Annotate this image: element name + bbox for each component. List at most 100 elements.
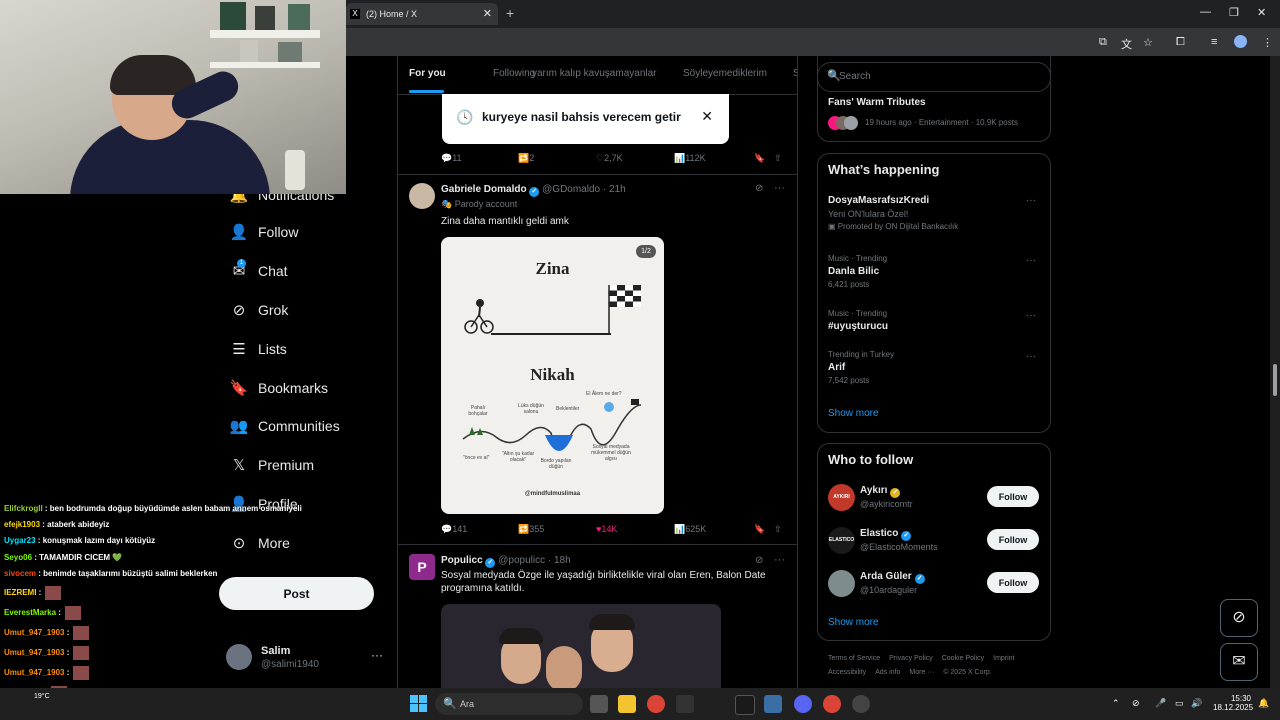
post-author[interactable]: Gabriele Domaldo ✓ @GDomaldo · 21h [441,184,626,197]
repost-button[interactable]: 🔁 355 [518,524,544,535]
translate-icon[interactable]: 文 [1121,36,1132,52]
file-explorer-icon[interactable] [618,695,636,713]
more-icon[interactable]: ··· [1026,351,1036,362]
follow-suggestion-name[interactable]: Elastico ✓ [860,528,912,541]
task-view-icon[interactable] [590,695,608,713]
repost-button[interactable]: 🔁 2 [518,153,534,164]
nav-premium[interactable]: 𝕏 Premium [228,450,314,480]
start-icon[interactable] [410,695,427,712]
chat-message: EverestMarka : [4,606,81,620]
trending-story-title[interactable]: Fans' Warm Tributes [828,97,926,108]
minimize-icon[interactable]: — [1200,6,1211,18]
nav-grok[interactable]: ⊘ Grok [228,295,289,325]
tab-list-1[interactable]: yarım kalıp kavuşamayanlar [532,68,657,79]
reply-button[interactable]: 💬 141 [441,524,467,535]
taskbar-search[interactable]: 🔍 Ara [435,693,583,715]
notification-icon[interactable]: 🔔 [1258,698,1269,709]
chrome-icon[interactable] [823,695,841,713]
share-icon[interactable]: ⇧ [774,153,782,164]
recent-search-popup[interactable]: 🕓 kuryeye nasil bahsis verecem getir ✕ [442,94,729,144]
avatar[interactable] [409,183,435,209]
tray-expand-icon[interactable]: ⌃ [1112,698,1120,709]
volume-icon[interactable]: 🔊 [1191,698,1202,709]
trend-item[interactable]: Music · Trending #uyuşturucu [828,309,888,332]
more-icon[interactable]: ··· [1026,310,1036,321]
clock[interactable]: 15:30 18.12.2025 [1213,694,1253,712]
avatar[interactable]: ELASTICO [828,527,855,554]
follow-button[interactable]: Follow [987,572,1039,593]
grok-icon[interactable]: ⊘ [755,183,763,194]
share-icon[interactable]: ⇧ [774,524,782,535]
grok-icon[interactable]: ⊘ [755,555,763,566]
follow-button[interactable]: Follow [987,529,1039,550]
more-icon[interactable]: ··· [1026,255,1036,266]
tab-following[interactable]: Following [493,68,535,79]
trend-item[interactable]: Trending in Turkey Arif 7,542 posts [828,350,894,385]
like-button[interactable]: ♡ 2,7K [596,153,623,164]
discord-icon[interactable] [794,695,812,713]
views-button[interactable]: 📊 112K [674,153,706,164]
nav-lists[interactable]: ☰ Lists [228,334,287,364]
tray-icon[interactable]: ⊘ [1132,698,1140,709]
messages-float-button[interactable]: ✉ [1220,643,1258,681]
grok-float-button[interactable]: ⊘ [1220,599,1258,637]
new-tab-button[interactable]: + [506,5,514,21]
nav-more[interactable]: ⊙ More [228,528,290,558]
nav-communities[interactable]: 👥 Communities [228,411,340,441]
account-handle: @salimi1940 [261,659,319,670]
browser-profile-avatar[interactable] [1234,35,1247,48]
search-input[interactable]: 🔍 Search [817,62,1051,92]
more-icon[interactable]: ··· [774,182,785,194]
maximize-icon[interactable]: ❐ [1229,6,1239,19]
search-placeholder: Search [839,71,871,82]
trend-item[interactable]: Music · Trending Danla Bilic 6,421 posts [828,254,887,289]
show-more-follow[interactable]: Show more [828,617,879,628]
views-button[interactable]: 📊 625K [674,524,706,535]
app-icon[interactable] [764,695,782,713]
avatar[interactable]: AYKIRI [828,484,855,511]
media-icon[interactable]: ≡ [1211,36,1217,48]
recent-search-query[interactable]: kuryeye nasil bahsis verecem getir [482,110,681,124]
bookmark-icon[interactable]: 🔖 [754,524,765,535]
extensions-icon[interactable]: ⧠ [1176,36,1185,49]
nav-bookmarks[interactable]: 🔖 Bookmarks [228,373,328,403]
tab-list-2[interactable]: Söyleyemediklerim [683,68,767,79]
more-icon[interactable]: ··· [1026,195,1036,206]
avatar[interactable]: P [409,554,435,580]
app-icon[interactable] [735,695,755,715]
follow-button[interactable]: Follow [987,486,1039,507]
avatar[interactable] [828,570,855,597]
browser-tab[interactable]: X (2) Home / X ✕ [346,3,498,25]
app-icon[interactable] [676,695,694,713]
post-video[interactable] [441,604,721,688]
screenshot-icon[interactable]: ⧉ [1099,36,1107,49]
post-button[interactable]: Post [219,577,374,610]
obs-icon[interactable] [852,695,870,713]
star-icon[interactable]: ☆ [1143,36,1153,49]
post-author[interactable]: Populicc ✓ @populicc · 18h [441,555,571,568]
like-button[interactable]: ♥ 14K [596,524,617,534]
reply-button[interactable]: 💬 11 [441,153,462,164]
follow-suggestion-name[interactable]: Aykırı ✓ [860,485,901,498]
close-window-icon[interactable]: ✕ [1257,6,1266,19]
scrollbar-thumb[interactable] [1273,364,1277,396]
more-icon[interactable]: ··· [774,554,785,566]
close-icon[interactable]: ✕ [701,108,713,125]
mic-icon[interactable]: 🎤 [1155,698,1166,709]
chat-message: IEZREMI : [4,586,62,600]
close-tab-icon[interactable]: ✕ [483,7,492,20]
account-more-icon[interactable]: ··· [371,648,383,662]
show-more-trends[interactable]: Show more [828,408,879,419]
network-icon[interactable]: ▭ [1175,698,1184,709]
follow-suggestion-name[interactable]: Arda Güler ✓ [860,571,925,584]
account-switcher[interactable]: Salim @salimi1940 ··· [226,644,386,676]
browser-menu-icon[interactable]: ⋮ [1262,36,1273,49]
tab-for-you[interactable]: For you [409,68,446,79]
post-image[interactable]: 1/2 Zina Nikah Pahalı bohçalar Lüks düğü… [441,237,664,514]
trend-item[interactable]: DosyaMasrafsızKredi Yeni ON'lulara Özel!… [828,195,958,231]
chrome-icon[interactable] [647,695,665,713]
bookmark-icon[interactable]: 🔖 [754,153,765,164]
follow-suggestion-handle: @ElasticoMoments [860,542,938,552]
tab-list-3[interactable]: S [793,68,797,79]
nav-follow[interactable]: 👤 Follow [228,217,299,247]
